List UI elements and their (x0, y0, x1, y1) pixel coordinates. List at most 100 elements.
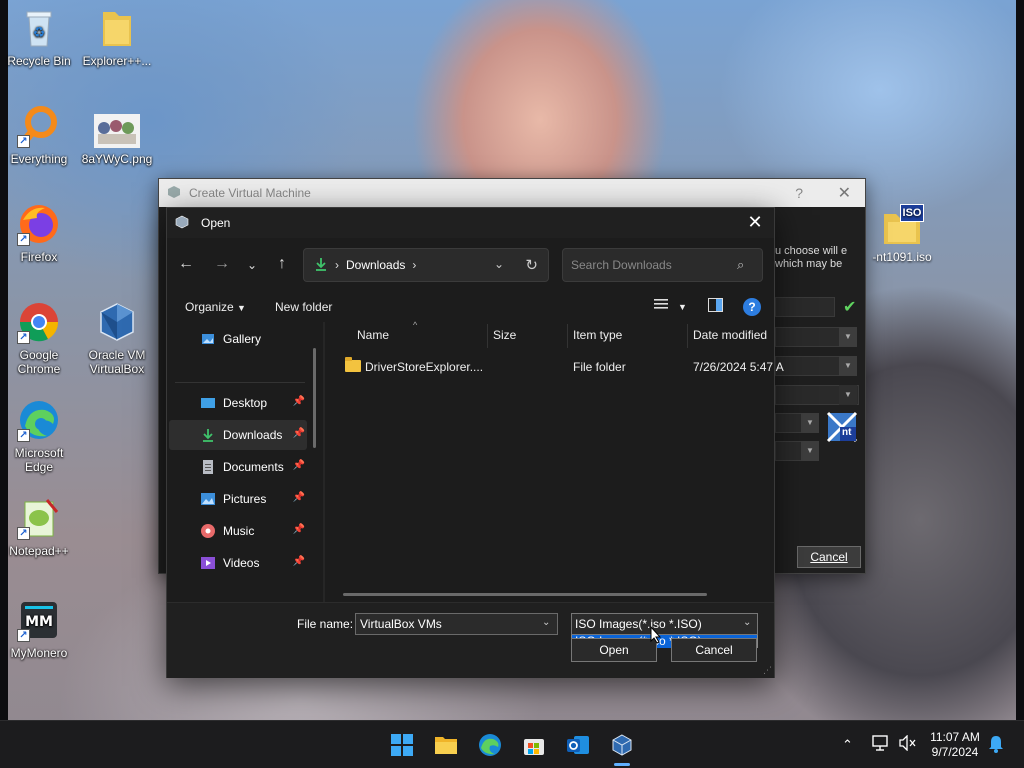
column-separator[interactable] (567, 324, 568, 348)
nav-item-desktop[interactable]: Desktop 📌 (169, 388, 307, 418)
column-header-item-type[interactable]: Item type (573, 328, 622, 342)
chevron-down-icon[interactable]: ▼ (839, 356, 857, 376)
file-list: ^ Name Size Item type Date modified Driv… (325, 320, 784, 602)
chevron-down-icon[interactable]: ⌄ (494, 257, 504, 271)
pin-icon[interactable]: 📌 (293, 396, 305, 407)
volume-muted-icon[interactable] (898, 734, 916, 754)
notification-bell-icon[interactable] (988, 735, 1004, 756)
breadcrumb-separator-icon[interactable]: › (412, 258, 416, 272)
microsoft-store-icon[interactable] (522, 733, 546, 757)
chevron-down-icon[interactable]: ▼ (839, 327, 857, 347)
chevron-down-icon[interactable]: ⌄ (542, 617, 550, 628)
desktop-icon-label: Recycle Bin (7, 54, 71, 68)
nav-divider (175, 382, 305, 383)
search-input[interactable]: Search Downloads (562, 248, 763, 282)
breadcrumb-location[interactable]: Downloads (346, 258, 405, 272)
column-separator[interactable] (687, 324, 688, 348)
taskbar: ⌃ 11:07 AM 9/7/2024 (0, 720, 1024, 768)
network-icon[interactable] (872, 735, 890, 754)
outlook-icon[interactable] (566, 733, 590, 757)
mouse-cursor-icon (650, 625, 662, 644)
back-arrow-icon[interactable]: ← (175, 255, 197, 273)
view-chevron-down-icon[interactable]: ▼ (678, 302, 687, 312)
nav-item-documents[interactable]: Documents 📌 (169, 452, 307, 482)
organize-button[interactable]: Organize ▼ (185, 300, 246, 314)
wizard-description-text: u choose will e which may be (775, 245, 848, 270)
nav-item-pictures[interactable]: Pictures 📌 (169, 484, 307, 514)
column-header-name[interactable]: Name (357, 328, 389, 342)
desktop-icon-explorerpp[interactable]: Explorer++... (78, 6, 156, 68)
chevron-down-icon[interactable]: ⌄ (743, 617, 751, 628)
show-hidden-icons-chevron-icon[interactable]: ⌃ (842, 737, 853, 753)
vm-folder-field[interactable] (775, 327, 841, 347)
command-bar: Organize ▼ New folder ▼ ? (167, 294, 774, 320)
iso-image-field[interactable] (775, 356, 841, 376)
help-button[interactable]: ? (795, 185, 803, 201)
cancel-button[interactable]: Cancel (671, 638, 757, 662)
file-type-filter-select[interactable]: ISO Images(*.iso *.ISO) (571, 613, 758, 635)
system-clock[interactable]: 11:07 AM 9/7/2024 (920, 730, 990, 760)
forward-arrow-icon[interactable]: → (211, 255, 233, 273)
pin-icon[interactable]: 📌 (293, 428, 305, 439)
desktop-icon-label: Google Chrome (17, 348, 61, 376)
file-name-cell: DriverStoreExplorer.... (365, 360, 484, 374)
view-list-icon[interactable] (653, 297, 669, 314)
nav-item-gallery[interactable]: Gallery (169, 324, 307, 354)
preview-pane-icon[interactable] (708, 298, 723, 315)
close-button[interactable]: ✕ (838, 183, 851, 203)
chevron-down-icon[interactable]: ▼ (801, 441, 819, 461)
desktop-icon-microsoft-edge[interactable]: ↗ Microsoft Edge (0, 398, 78, 474)
close-button[interactable]: ✕ (744, 212, 766, 233)
desktop-icon-firefox[interactable]: ↗ Firefox (0, 202, 78, 264)
pin-icon[interactable]: 📌 (293, 556, 305, 567)
horizontal-scrollbar[interactable] (343, 593, 707, 596)
open-button[interactable]: Open (571, 638, 657, 662)
search-icon[interactable]: ⌕ (737, 257, 744, 273)
recent-locations-chevron-icon[interactable]: ⌄ (241, 258, 263, 272)
svg-text:♻: ♻ (33, 24, 46, 40)
desktop-icon-recycle-bin[interactable]: ♻ Recycle Bin (0, 6, 78, 68)
pin-icon[interactable]: 📌 (293, 492, 305, 503)
nav-item-downloads[interactable]: Downloads 📌 (169, 420, 307, 450)
desktop-icon-google-chrome[interactable]: ↗ Google Chrome (0, 300, 78, 376)
resize-grip-icon[interactable]: ⋰ (763, 665, 772, 676)
start-windows-icon[interactable] (390, 733, 414, 757)
nav-item-label: Documents (223, 460, 284, 474)
desktop-icon-png-image[interactable]: 8aYWyC.png (78, 114, 156, 166)
nav-item-label: Downloads (223, 428, 283, 442)
address-bar[interactable]: › Downloads › ⌄ ↻ (303, 248, 549, 282)
virtualbox-icon[interactable] (610, 733, 634, 757)
file-row[interactable]: DriverStoreExplorer.... File folder 7/26… (341, 356, 784, 378)
file-explorer-icon[interactable] (434, 733, 458, 757)
column-header-date-modified[interactable]: Date modified (693, 328, 767, 342)
file-name-input[interactable]: VirtualBox VMs (355, 613, 558, 635)
column-header-size[interactable]: Size (493, 328, 516, 342)
wizard-cancel-button[interactable]: Cancel (797, 546, 861, 568)
refresh-icon[interactable]: ↻ (525, 256, 538, 274)
vm-name-field[interactable] (775, 297, 835, 317)
help-icon[interactable]: ? (743, 298, 761, 316)
clock-time: 11:07 AM (930, 730, 980, 744)
desktop-icon-notepadpp[interactable]: ↗ Notepad++ (0, 496, 78, 558)
download-icon (201, 428, 215, 442)
iso-file-icon: ISO (880, 204, 924, 246)
documents-icon (201, 460, 215, 474)
nav-item-videos[interactable]: Videos 📌 (169, 548, 307, 578)
up-arrow-icon[interactable]: ↑ (271, 255, 293, 273)
open-dialog-title: Open (201, 216, 231, 230)
nav-item-label: Desktop (223, 396, 268, 410)
desktop-icon-virtualbox[interactable]: Oracle VM VirtualBox (78, 300, 156, 376)
column-separator[interactable] (487, 324, 488, 348)
nav-item-music[interactable]: Music 📌 (169, 516, 307, 546)
pin-icon[interactable]: 📌 (293, 524, 305, 535)
nav-pane-scrollbar[interactable] (313, 348, 316, 448)
desktop-icon-everything[interactable]: ↗ Everything (0, 104, 78, 166)
videos-icon (201, 556, 215, 570)
chevron-down-icon[interactable]: ▼ (801, 413, 819, 433)
edge-icon[interactable] (478, 733, 502, 757)
desktop-icon-iso-file[interactable]: ISO -nt1091.iso (866, 204, 938, 264)
new-folder-button[interactable]: New folder (275, 300, 332, 314)
pin-icon[interactable]: 📌 (293, 460, 305, 471)
desktop-icon-label: MyMonero (10, 646, 68, 660)
desktop-icon-mymonero[interactable]: MM ↗ MyMonero (0, 598, 78, 660)
